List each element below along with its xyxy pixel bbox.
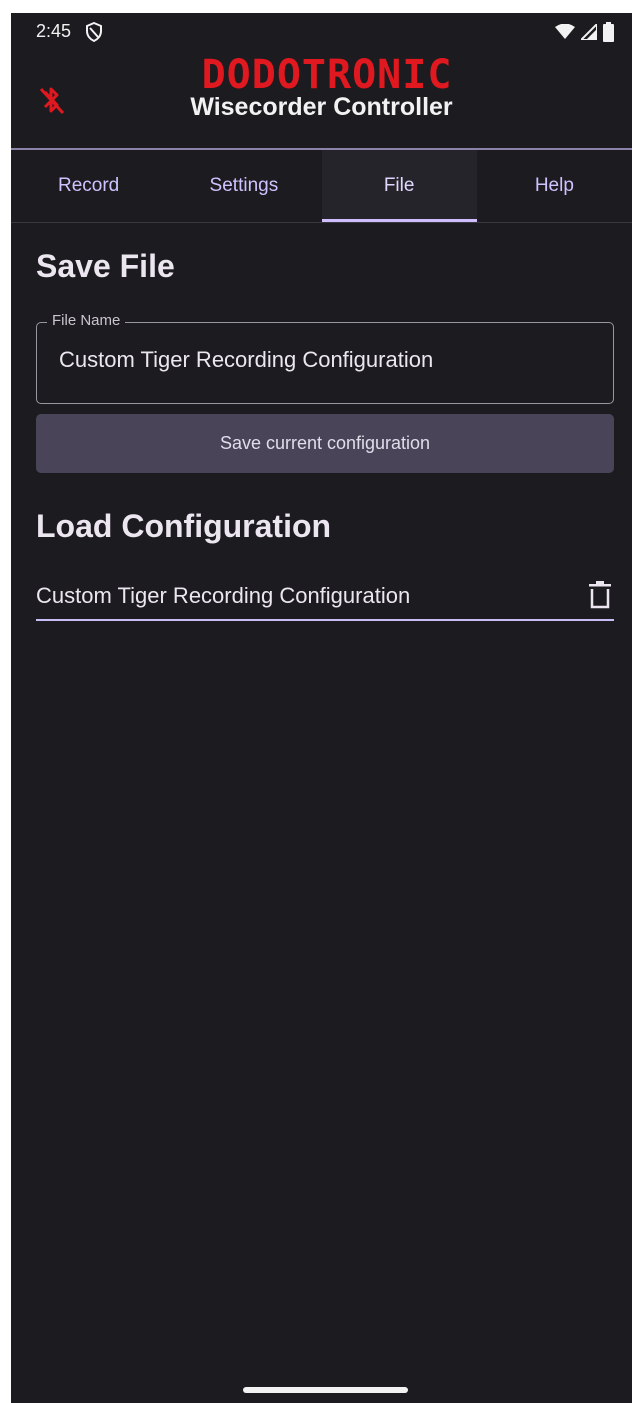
trash-icon bbox=[589, 581, 611, 609]
save-configuration-button[interactable]: Save current configuration bbox=[36, 414, 614, 473]
tab-settings[interactable]: Settings bbox=[166, 150, 321, 222]
app-header: DODOTRONIC Wisecorder Controller bbox=[11, 53, 632, 149]
file-name-label: File Name bbox=[47, 312, 126, 329]
home-indicator[interactable] bbox=[243, 1387, 408, 1393]
status-bar: 2:45 bbox=[11, 13, 632, 53]
signal-icon bbox=[578, 21, 598, 45]
shield-icon bbox=[85, 21, 103, 43]
app-subtitle: Wisecorder Controller bbox=[190, 93, 453, 121]
file-name-input[interactable] bbox=[59, 347, 589, 373]
load-configuration-heading: Load Configuration bbox=[36, 508, 332, 544]
brand-logo: DODOTRONIC bbox=[201, 52, 453, 98]
list-item[interactable]: Custom Tiger Recording Configuration bbox=[36, 573, 614, 621]
config-item-label: Custom Tiger Recording Configuration bbox=[36, 583, 411, 608]
battery-icon bbox=[603, 22, 614, 47]
tab-bar: Record Settings File Help bbox=[11, 150, 632, 223]
file-name-field: File Name bbox=[36, 312, 614, 404]
tab-record[interactable]: Record bbox=[11, 150, 166, 222]
status-time: 2:45 bbox=[36, 21, 72, 41]
status-icons bbox=[555, 21, 614, 47]
wifi-icon bbox=[555, 23, 575, 45]
delete-config-button[interactable] bbox=[586, 579, 614, 611]
tab-file[interactable]: File bbox=[321, 150, 478, 222]
save-file-heading: Save File bbox=[36, 248, 175, 284]
tab-help[interactable]: Help bbox=[477, 150, 632, 222]
app-screen: 2:45 DODOTRONIC Wisecorder Controller Re… bbox=[11, 13, 632, 1403]
